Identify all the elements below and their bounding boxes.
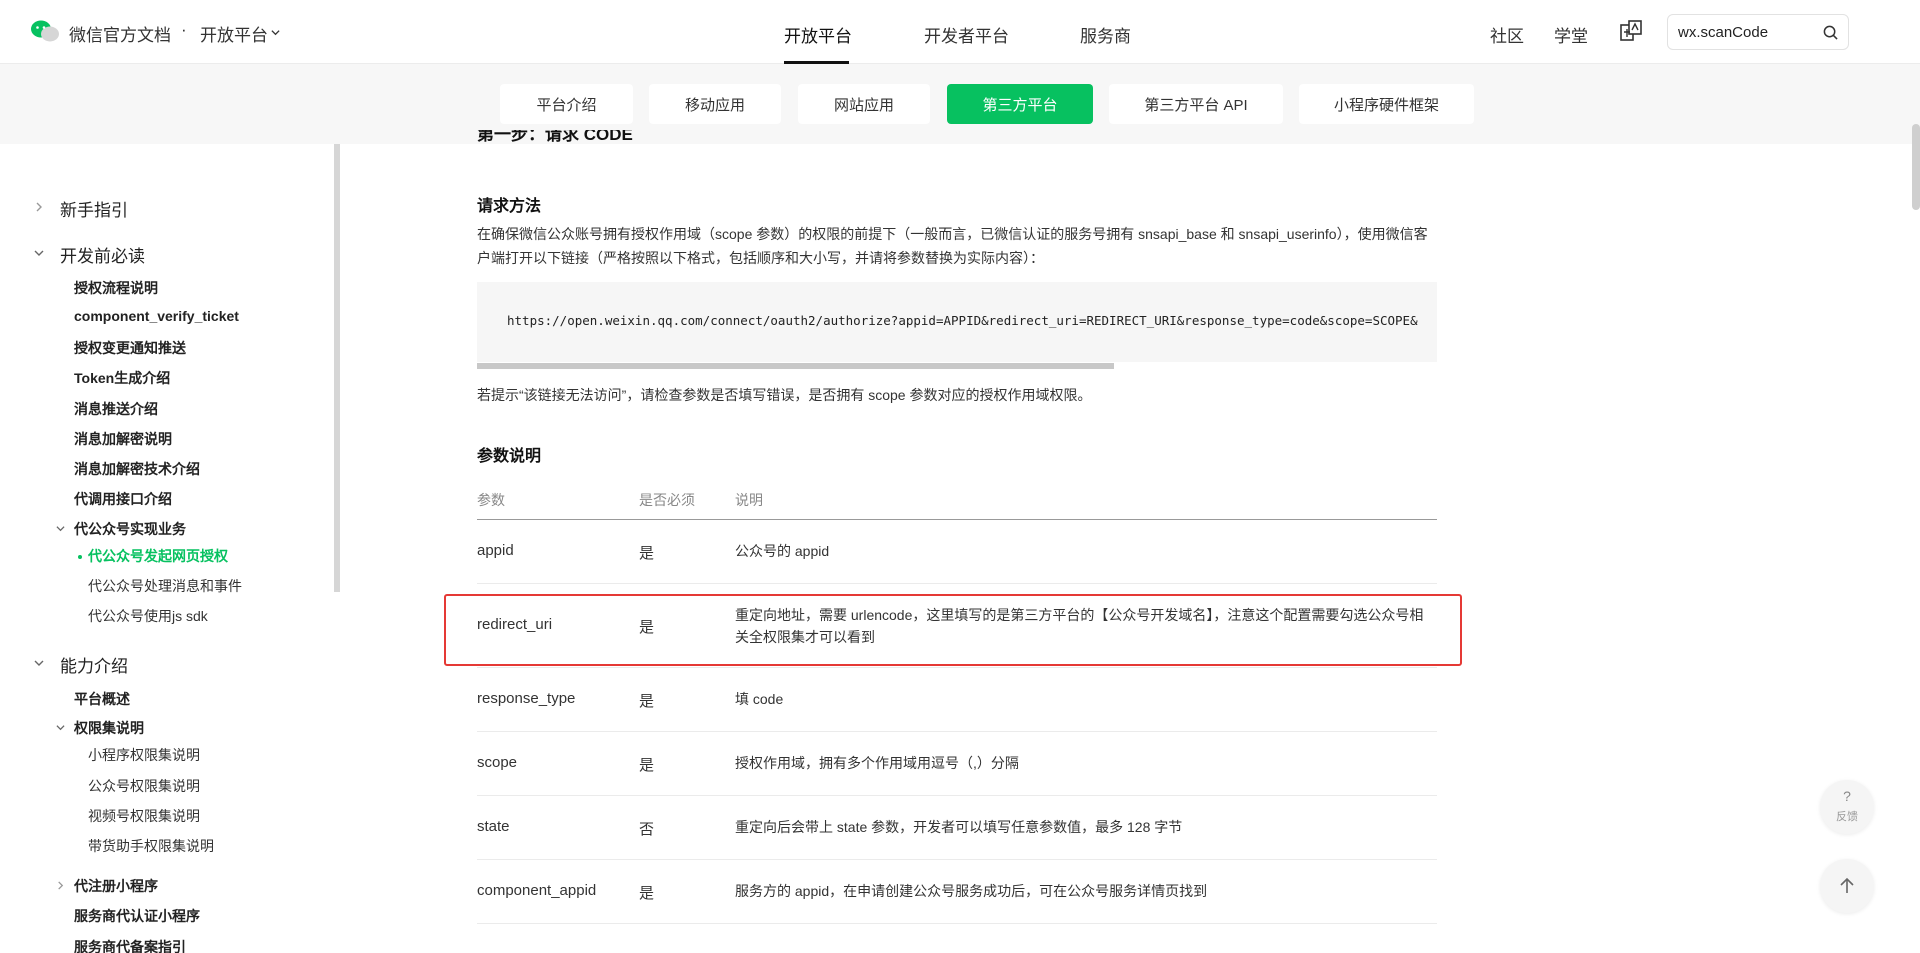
- translate-icon[interactable]: [1620, 20, 1642, 42]
- desc-cell: 填 code: [735, 691, 784, 707]
- desc-cell: 重定向后会带上 state 参数，开发者可以填写任意参数值，最多 128 字节: [735, 819, 1183, 835]
- sidebar-subitem[interactable]: 小程序权限集说明: [88, 745, 200, 765]
- sidebar-item[interactable]: 代注册小程序: [74, 876, 158, 896]
- desc-cell: 公众号的 appid: [735, 543, 830, 559]
- code-block[interactable]: https://open.weixin.qq.com/connect/oauth…: [477, 282, 1437, 362]
- sidebar-subitem[interactable]: 视频号权限集说明: [88, 806, 200, 826]
- param-cell: appid: [477, 542, 514, 559]
- table-row: state 否 重定向后会带上 state 参数，开发者可以填写任意参数值，最多…: [477, 796, 1437, 860]
- help-icon: ?: [1843, 788, 1851, 804]
- required-cell: 是: [639, 885, 655, 902]
- sidebar-item[interactable]: 授权变更通知推送: [74, 338, 186, 358]
- param-cell: component_appid: [477, 882, 597, 899]
- hint-text: 若提示“该链接无法访问”，请检查参数是否填写错误，是否拥有 scope 参数对应…: [477, 387, 1092, 403]
- sidebar-item[interactable]: 平台概述: [74, 689, 130, 709]
- subtab-website-app[interactable]: 网站应用: [798, 84, 930, 124]
- table-row: scope 是 授权作用域，拥有多个作用域用逗号（,）分隔: [477, 732, 1437, 796]
- sidebar-item[interactable]: 权限集说明: [74, 718, 144, 738]
- request-description: 在确保微信公众账号拥有授权作用域（scope 参数）的权限的前提下（一般而言，已…: [477, 226, 1428, 266]
- subtab-third-party-api[interactable]: 第三方平台 API: [1109, 84, 1283, 124]
- arrow-up-icon: [1840, 877, 1854, 893]
- chevron-down-icon[interactable]: [34, 658, 44, 668]
- chevron-down-icon[interactable]: [271, 28, 280, 37]
- nav-open-platform[interactable]: 开放平台: [784, 22, 852, 47]
- subtab-third-party[interactable]: 第三方平台: [947, 84, 1093, 124]
- col-header-required: 是否必须: [639, 492, 695, 508]
- wechat-logo-icon[interactable]: [30, 19, 60, 45]
- sidebar: 新手指引 开发前必读 授权流程说明 component_verify_ticke…: [0, 144, 334, 953]
- platform-switcher[interactable]: 开放平台: [200, 21, 268, 46]
- sub-nav-bar: 平台介绍 移动应用 网站应用 第三方平台 第三方平台 API 小程序硬件框架: [0, 64, 1920, 144]
- page-scrollbar[interactable]: [1912, 124, 1920, 210]
- table-row: appid 是 公众号的 appid: [477, 520, 1437, 584]
- sidebar-section-beginner[interactable]: 新手指引: [60, 196, 128, 221]
- sidebar-item[interactable]: component_verify_ticket: [74, 308, 239, 324]
- param-cell: state: [477, 818, 510, 835]
- sidebar-item-oauth-active[interactable]: 代公众号发起网页授权: [88, 546, 228, 566]
- sidebar-section-abilities[interactable]: 能力介绍: [60, 652, 128, 677]
- chevron-down-icon[interactable]: [56, 723, 65, 732]
- active-dot: [78, 555, 82, 559]
- subtab-platform-intro[interactable]: 平台介绍: [500, 84, 633, 124]
- brand-title[interactable]: 微信官方文档: [69, 21, 171, 46]
- step-heading: 第一步：请求 CODE: [477, 130, 633, 144]
- top-header: 微信官方文档 · 开放平台 开放平台 开发者平台 服务商 社区 学堂: [0, 0, 1920, 64]
- search-box[interactable]: [1667, 14, 1849, 50]
- required-cell: 否: [639, 821, 655, 838]
- required-cell: 是: [639, 693, 655, 710]
- section-heading-request: 请求方法: [477, 198, 542, 215]
- code-scrollbar[interactable]: [477, 363, 1114, 369]
- sidebar-subitem[interactable]: 带货助手权限集说明: [88, 836, 214, 856]
- code-url: https://open.weixin.qq.com/connect/oauth…: [507, 313, 1418, 328]
- chevron-down-icon[interactable]: [34, 248, 44, 258]
- highlight-box: [444, 594, 1462, 666]
- subtab-hardware-framework[interactable]: 小程序硬件框架: [1299, 84, 1474, 124]
- required-cell: 是: [639, 545, 655, 562]
- search-input[interactable]: [1678, 22, 1818, 42]
- feedback-button[interactable]: ? 反馈: [1820, 780, 1874, 834]
- desc-cell: 授权作用域，拥有多个作用域用逗号（,）分隔: [735, 755, 1019, 771]
- sidebar-item[interactable]: Token生成介绍: [74, 368, 170, 388]
- brand-separator: ·: [181, 20, 187, 39]
- nav-developer-platform[interactable]: 开发者平台: [924, 22, 1009, 47]
- search-icon[interactable]: [1823, 25, 1838, 40]
- academy-link[interactable]: 学堂: [1554, 22, 1588, 47]
- chevron-right-icon[interactable]: [56, 881, 65, 890]
- chevron-right-icon[interactable]: [34, 202, 44, 212]
- community-link[interactable]: 社区: [1490, 22, 1524, 47]
- param-cell: scope: [477, 754, 518, 771]
- desc-cell: 服务方的 appid，在申请创建公众号服务成功后，可在公众号服务详情页找到: [735, 883, 1208, 899]
- sidebar-item[interactable]: 服务商代备案指引: [74, 937, 186, 953]
- back-to-top-button[interactable]: [1820, 859, 1874, 913]
- sidebar-item[interactable]: 消息推送介绍: [74, 399, 158, 419]
- param-cell: response_type: [477, 690, 576, 707]
- sidebar-subitem[interactable]: 公众号权限集说明: [88, 776, 200, 796]
- chevron-down-icon[interactable]: [56, 524, 65, 533]
- sidebar-item[interactable]: 消息加解密技术介绍: [74, 459, 200, 479]
- sidebar-scrollbar[interactable]: [334, 144, 340, 592]
- subtab-mobile-app[interactable]: 移动应用: [649, 84, 781, 124]
- sidebar-section-dev-prereq[interactable]: 开发前必读: [60, 242, 145, 267]
- table-row: response_type 是 填 code: [477, 668, 1437, 732]
- table-row: component_appid 是 服务方的 appid，在申请创建公众号服务成…: [477, 860, 1437, 924]
- sidebar-subitem[interactable]: 代公众号使用js sdk: [88, 606, 208, 626]
- table-header: 参数 是否必须 说明: [477, 476, 1437, 520]
- section-heading-params: 参数说明: [477, 448, 542, 465]
- col-header-param: 参数: [477, 492, 505, 508]
- feedback-label: 反馈: [1836, 811, 1858, 823]
- nav-service-provider[interactable]: 服务商: [1080, 22, 1131, 47]
- sidebar-item[interactable]: 代调用接口介绍: [74, 489, 172, 509]
- sidebar-item[interactable]: 消息加解密说明: [74, 429, 172, 449]
- sidebar-item[interactable]: 授权流程说明: [74, 278, 158, 298]
- col-header-desc: 说明: [735, 492, 763, 508]
- sidebar-subitem[interactable]: 代公众号处理消息和事件: [88, 576, 242, 596]
- sidebar-item-offiaccount-business[interactable]: 代公众号实现业务: [74, 519, 186, 539]
- required-cell: 是: [639, 757, 655, 774]
- sidebar-item[interactable]: 服务商代认证小程序: [74, 906, 200, 926]
